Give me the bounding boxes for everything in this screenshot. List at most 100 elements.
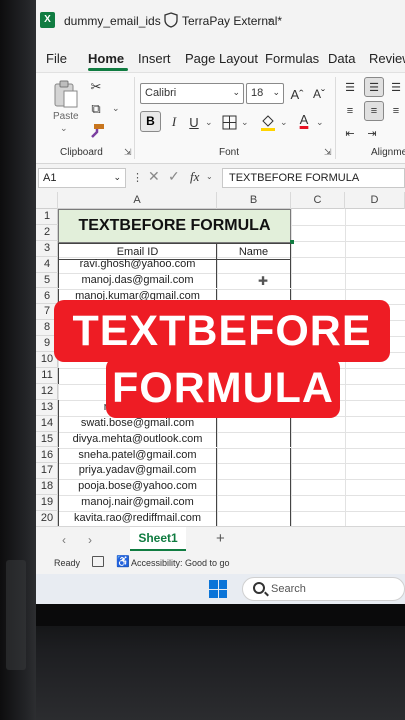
chevron-down-icon[interactable]: ⌄ [206, 172, 213, 181]
bold-button[interactable]: B [140, 111, 161, 132]
chevron-down-icon[interactable]: ⌄ [241, 117, 249, 128]
name-cell[interactable] [217, 431, 291, 448]
row-header-5[interactable]: 5 [36, 273, 58, 289]
row-header-18[interactable]: 18 [36, 479, 58, 496]
row-header-20[interactable]: 20 [36, 511, 58, 526]
check-icon[interactable]: ✓ [168, 168, 180, 185]
tab-file[interactable]: File [46, 51, 67, 66]
name-cell[interactable] [217, 479, 291, 496]
cancel-icon[interactable]: ✕ [148, 168, 160, 185]
select-all-corner[interactable] [36, 192, 58, 209]
add-sheet-button[interactable]: + [216, 530, 225, 547]
column-header-c[interactable]: C [291, 192, 345, 209]
email-cell[interactable]: swati.bose@gmail.com [58, 415, 217, 432]
chevron-down-icon[interactable]: ⌄ [266, 13, 274, 24]
name-cell[interactable] [217, 495, 291, 512]
row-header-19[interactable]: 19 [36, 495, 58, 512]
italic-button[interactable]: I [166, 113, 182, 131]
chevron-down-icon: ⌄ [113, 172, 121, 182]
tab-home[interactable]: Home [88, 51, 124, 66]
row-header-3[interactable]: 3 [36, 241, 58, 257]
chevron-down-icon[interactable]: ⌄ [205, 117, 213, 128]
borders-icon[interactable] [222, 115, 237, 130]
email-cell[interactable]: manoj.nair@gmail.com [58, 495, 217, 512]
dialog-launcher-icon[interactable]: ⇲ [124, 147, 132, 158]
align-bottom-icon[interactable]: ☰ [388, 79, 404, 95]
chevron-left-icon[interactable]: ‹ [62, 533, 66, 547]
font-size-select[interactable]: 18 ⌄ [246, 83, 284, 104]
email-cell[interactable]: ravi.ghosh@yahoo.com [58, 256, 217, 273]
shield-icon[interactable] [164, 12, 178, 28]
chevron-right-icon[interactable]: › [88, 533, 92, 547]
row-header-15[interactable]: 15 [36, 432, 58, 448]
dialog-launcher-icon[interactable]: ⇲ [324, 147, 332, 158]
email-cell[interactable]: priya.yadav@gmail.com [58, 463, 217, 480]
email-cell[interactable]: divya.mehta@outlook.com [58, 431, 217, 448]
align-center-icon[interactable]: ≡ [364, 101, 384, 121]
row-header-17[interactable]: 17 [36, 463, 58, 480]
row-header-14[interactable]: 14 [36, 416, 58, 432]
decrease-indent-icon[interactable]: ⇤ [342, 125, 358, 141]
formula-input[interactable]: TEXTBEFORE FORMULA [222, 168, 405, 188]
align-top-icon[interactable]: ☰ [342, 79, 358, 95]
column-header-b[interactable]: B [217, 192, 291, 209]
accessibility-status[interactable]: Accessibility: Good to go [131, 558, 230, 568]
insert-function-button[interactable]: fx [190, 169, 199, 185]
name-cell[interactable] [217, 511, 291, 526]
row-header-4[interactable]: 4 [36, 257, 58, 273]
taskbar-search-box[interactable]: Search [242, 577, 405, 601]
fill-color-icon[interactable] [260, 113, 276, 131]
name-cell[interactable] [217, 463, 291, 480]
font-name-select[interactable]: Calibri ⌄ [140, 83, 244, 104]
more-icon[interactable]: ⋮ [132, 171, 143, 184]
email-cell[interactable]: sneha.patel@gmail.com [58, 447, 217, 464]
name-cell[interactable] [217, 272, 291, 289]
excel-app-icon[interactable]: X [40, 12, 55, 28]
paste-label[interactable]: Paste [53, 111, 79, 122]
paste-icon[interactable] [52, 79, 80, 109]
chevron-down-icon[interactable]: ⌄ [112, 103, 120, 114]
cut-icon[interactable]: ✂ [88, 79, 104, 95]
email-cell[interactable]: manoj.das@gmail.com [58, 272, 217, 289]
font-color-icon[interactable]: A [296, 111, 312, 127]
accessibility-icon[interactable]: ♿ [116, 555, 130, 568]
format-painter-icon[interactable] [88, 123, 106, 139]
sheet-tab-sheet1[interactable]: Sheet1 [130, 527, 186, 551]
align-right-icon[interactable]: ≡ [388, 103, 404, 119]
align-left-icon[interactable]: ≡ [342, 103, 358, 119]
increase-font-size-icon[interactable]: Aˆ [288, 85, 306, 103]
column-header-a[interactable]: A [58, 192, 217, 209]
column-header-d[interactable]: D [345, 192, 405, 209]
row-header-13[interactable]: 13 [36, 400, 58, 416]
windows-start-icon[interactable] [209, 580, 227, 598]
name-cell[interactable] [217, 415, 291, 432]
row-header-1[interactable]: 1 [36, 209, 58, 225]
tab-data[interactable]: Data [328, 51, 355, 66]
tab-formulas[interactable]: Formulas [265, 51, 319, 66]
gridline-column [345, 209, 346, 526]
underline-button[interactable]: U [186, 113, 202, 131]
name-cell[interactable] [217, 256, 291, 273]
align-middle-icon[interactable]: ☰ [364, 77, 384, 97]
email-cell[interactable]: pooja.bose@yahoo.com [58, 479, 217, 496]
tab-insert[interactable]: Insert [138, 51, 171, 66]
name-cell[interactable] [217, 447, 291, 464]
row-header-11[interactable]: 11 [36, 368, 58, 384]
copy-icon[interactable]: ⧉ [88, 101, 104, 117]
tab-page-layout[interactable]: Page Layout [185, 51, 258, 66]
increase-indent-icon[interactable]: ⇥ [364, 125, 380, 141]
row-header-12[interactable]: 12 [36, 384, 58, 400]
tab-review[interactable]: Review [369, 51, 405, 66]
macro-recording-icon[interactable] [92, 556, 104, 567]
row-header-2[interactable]: 2 [36, 225, 58, 241]
chevron-down-icon[interactable]: ⌄ [60, 123, 68, 134]
chevron-down-icon[interactable]: ⌄ [280, 117, 288, 128]
row-header-16[interactable]: 16 [36, 448, 58, 464]
row-header-6[interactable]: 6 [36, 289, 58, 305]
chevron-down-icon[interactable]: ⌄ [316, 117, 324, 128]
name-box[interactable]: A1 ⌄ [38, 168, 126, 188]
title-cell[interactable]: TEXTBEFORE FORMULA [58, 209, 291, 243]
email-cell[interactable]: kavita.rao@rediffmail.com [58, 511, 217, 526]
monitor-bezel-left [0, 0, 36, 720]
decrease-font-size-icon[interactable]: Aˇ [310, 85, 328, 103]
